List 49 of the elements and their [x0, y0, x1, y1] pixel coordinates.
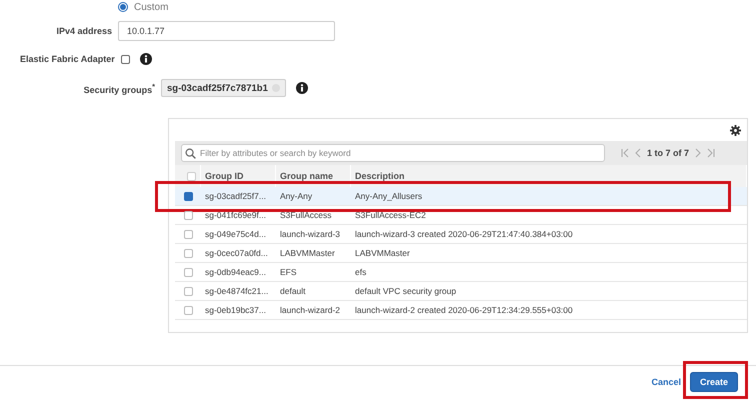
next-page-icon[interactable] [695, 148, 702, 158]
search-field[interactable]: Filter by attributes or search by keyword [181, 144, 605, 162]
efa-label: Elastic Fabric Adapter [20, 54, 115, 64]
search-icon [185, 148, 196, 159]
row-checkbox[interactable] [184, 306, 192, 314]
security-group-token[interactable]: sg-03cadf25f7c7871b1 [161, 79, 286, 97]
table-cell: launch-wizard-2 created 2020-06-29T12:34:29.555+03:00 [351, 301, 747, 320]
settings-icon[interactable] [730, 125, 741, 136]
info-icon[interactable] [140, 53, 152, 65]
row-checkbox[interactable] [184, 230, 192, 238]
highlight-box [682, 361, 748, 399]
first-page-icon[interactable] [621, 148, 629, 158]
table-cell: default [276, 282, 351, 301]
radio-label: Custom [134, 2, 168, 12]
row-checkbox[interactable] [184, 192, 192, 200]
table-cell: efs [351, 263, 747, 282]
table-cell: sg-0db94eac9... [201, 263, 276, 282]
table-cell: Any-Any [276, 187, 351, 206]
efa-checkbox[interactable] [120, 54, 130, 64]
table-cell: launch-wizard-3 [276, 225, 351, 244]
table-cell: S3FullAccess-EC2 [351, 206, 747, 225]
table-cell: sg-049e75c4d... [201, 225, 276, 244]
table-cell: launch-wizard-2 [276, 301, 351, 320]
table-cell: sg-03cadf25f7... [201, 187, 276, 206]
table-cell: EFS [276, 263, 351, 282]
table-cell: sg-0e4874fc21... [201, 282, 276, 301]
previous-page-icon[interactable] [635, 148, 641, 158]
table-cell: LABVMMaster [276, 244, 351, 263]
ipv4-label: IPv4 address [55, 26, 113, 36]
row-checkbox[interactable] [184, 268, 192, 276]
table-cell: sg-0cec07a0fd... [201, 244, 276, 263]
table-cell: Any-Any_Allusers [351, 187, 747, 206]
select-all-checkbox[interactable] [187, 172, 196, 180]
security-groups-label: Security groups$^{*}$ [82, 82, 156, 94]
table-cell: sg-0eb19bc37... [201, 301, 276, 320]
table-cell: LABVMMaster [351, 244, 747, 263]
table-cell: S3FullAccess [276, 206, 351, 225]
create-button[interactable]: Create [690, 372, 738, 392]
table-cell: sg-041fc69e9f... [201, 206, 276, 225]
info-icon[interactable] [296, 82, 308, 94]
pagination-text: 1 to 7 of 7 [647, 148, 690, 158]
table-cell: default VPC security group [351, 282, 747, 301]
table-cell: launch-wizard-3 created 2020-06-29T21:47:40.384+03:00 [351, 225, 747, 244]
last-page-icon[interactable] [707, 148, 716, 158]
row-checkbox[interactable] [184, 248, 192, 258]
row-checkbox[interactable] [184, 286, 192, 296]
ipv4-input-field[interactable]: 10.0.1.77 [118, 21, 335, 41]
radio-button[interactable] [118, 2, 128, 12]
cancel-link[interactable]: Cancel [651, 377, 681, 387]
